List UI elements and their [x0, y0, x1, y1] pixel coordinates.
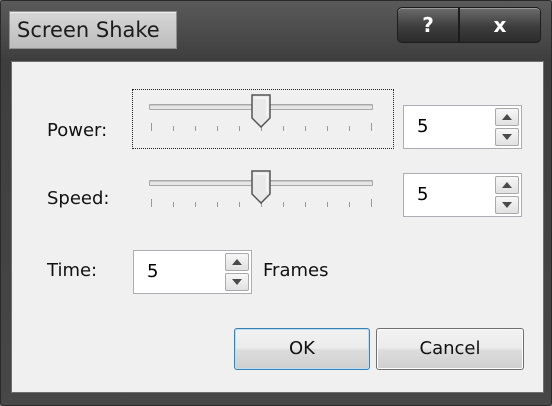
arrow-down-icon: [502, 134, 512, 140]
slider-tick: [151, 199, 152, 207]
slider-tick: [239, 126, 240, 131]
time-label: Time:: [47, 260, 98, 281]
speed-spin-down-button[interactable]: [495, 196, 519, 214]
slider-tick: [327, 126, 328, 131]
arrow-down-icon: [232, 279, 242, 285]
time-spinbox[interactable]: 5: [133, 250, 252, 294]
dialog-window: Screen Shake ? x Power: 5 Speed: 5 Time:…: [0, 0, 552, 406]
power-slider[interactable]: [132, 89, 394, 149]
slider-tick: [195, 126, 196, 131]
time-spin-up-button[interactable]: [225, 253, 249, 271]
cancel-button[interactable]: Cancel: [376, 328, 524, 370]
arrow-up-icon: [502, 114, 512, 120]
slider-tick: [217, 126, 218, 131]
speed-label: Speed:: [47, 188, 110, 209]
power-spinbox[interactable]: 5: [403, 105, 522, 149]
arrow-up-icon: [502, 182, 512, 188]
arrow-up-icon: [232, 259, 242, 265]
ok-button[interactable]: OK: [234, 328, 370, 370]
close-icon: x: [493, 13, 507, 37]
slider-tick: [349, 202, 350, 207]
speed-value[interactable]: 5: [417, 184, 428, 205]
time-value[interactable]: 5: [147, 261, 158, 282]
time-spin-buttons: [225, 253, 249, 291]
slider-tick: [217, 202, 218, 207]
slider-tick: [283, 126, 284, 131]
slider-tick: [327, 202, 328, 207]
power-spin-down-button[interactable]: [495, 128, 519, 146]
power-spin-buttons: [495, 108, 519, 146]
speed-spin-buttons: [495, 176, 519, 214]
close-button[interactable]: x: [459, 7, 541, 43]
slider-tick: [349, 126, 350, 131]
help-icon: ?: [422, 13, 434, 37]
window-title: Screen Shake: [17, 18, 160, 42]
slider-tick: [151, 123, 152, 131]
speed-spinbox[interactable]: 5: [403, 173, 522, 217]
slider-tick: [173, 202, 174, 207]
slider-tick: [283, 202, 284, 207]
power-slider-thumb[interactable]: [250, 94, 272, 128]
speed-slider-thumb[interactable]: [250, 170, 272, 204]
slider-tick: [305, 202, 306, 207]
slider-tick: [239, 202, 240, 207]
title-bar[interactable]: Screen Shake ? x: [1, 1, 552, 65]
time-spin-down-button[interactable]: [225, 273, 249, 291]
help-button[interactable]: ?: [397, 7, 459, 43]
power-spin-up-button[interactable]: [495, 108, 519, 126]
slider-tick: [195, 202, 196, 207]
speed-slider[interactable]: [133, 166, 393, 224]
slider-tick: [173, 126, 174, 131]
dialog-body: Power: 5 Speed: 5 Time: 5 Frames OK Canc…: [11, 61, 544, 393]
slider-tick: [371, 199, 372, 207]
speed-spin-up-button[interactable]: [495, 176, 519, 194]
power-label: Power:: [47, 120, 108, 141]
time-unit-label: Frames: [263, 260, 329, 281]
slider-tick: [371, 123, 372, 131]
slider-tick: [305, 126, 306, 131]
power-value[interactable]: 5: [417, 116, 428, 137]
arrow-down-icon: [502, 202, 512, 208]
